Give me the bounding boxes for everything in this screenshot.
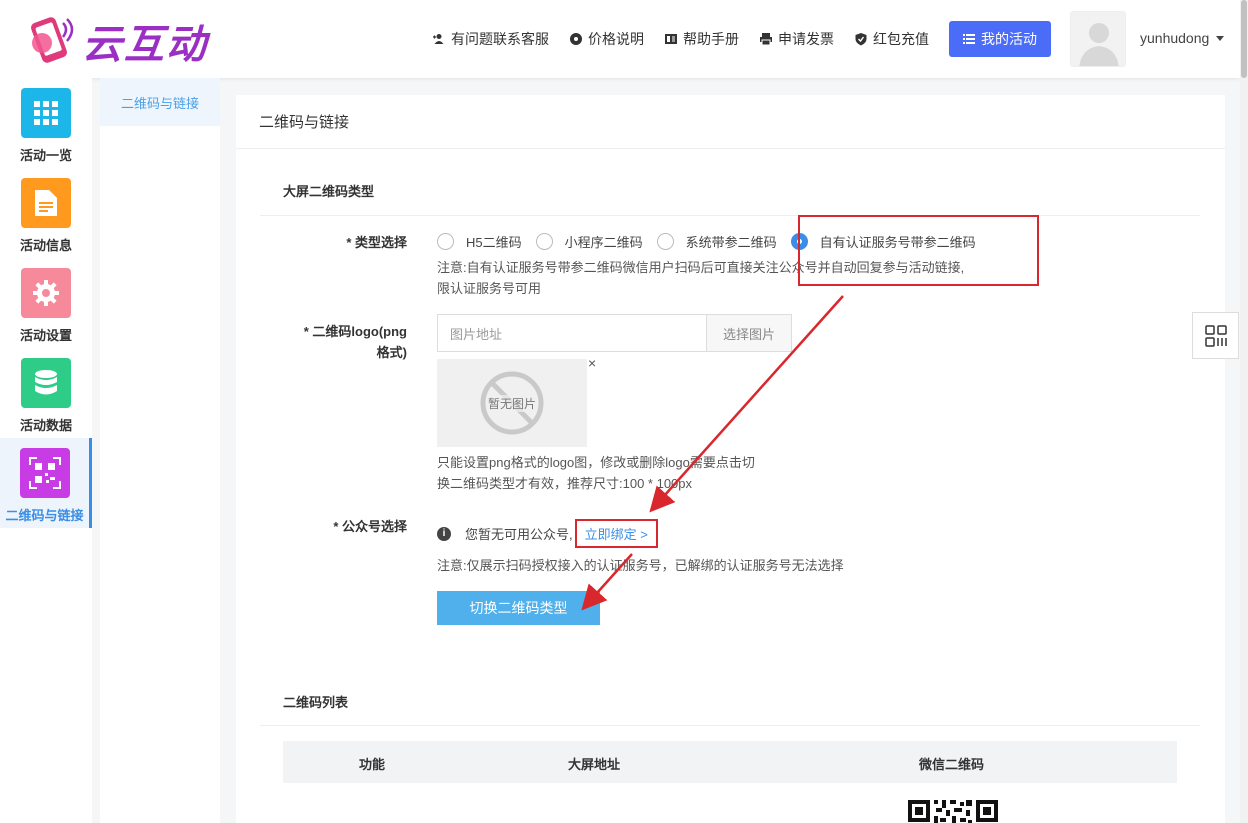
account-note: 注意:仅展示扫码授权接入的认证服务号，已解绑的认证服务号无法选择 — [437, 558, 844, 573]
account-select-label: * 公众号选择 — [333, 519, 407, 534]
logo-label: * 二维码logo(png 格式) — [267, 321, 407, 363]
logo-label-line-1: * 二维码logo(png — [303, 324, 407, 339]
page-scrollbar[interactable] — [1240, 0, 1248, 823]
section-divider — [260, 215, 1200, 216]
sidebar-item-label: 活动信息 — [19, 238, 72, 253]
document-icon — [21, 178, 71, 228]
wechat-qrcode-image — [908, 798, 998, 823]
top-header: 云互动 有问题联系客服 价格说明 帮助手册 申请发票 红包充值 我的活动 yun… — [0, 0, 1240, 78]
submenu-item-qrcode-links[interactable]: 二维码与链接 — [100, 78, 220, 126]
sidebar-item-activity-list[interactable]: 活动一览 — [0, 78, 92, 168]
logo-text: 云互动 — [82, 22, 208, 68]
nav-contact-label: 有问题联系客服 — [451, 31, 549, 47]
grid-icon — [21, 88, 71, 138]
username: yunhudong — [1140, 30, 1210, 46]
user-menu[interactable]: yunhudong — [1140, 30, 1225, 46]
annotation-highlight-box — [798, 215, 1039, 286]
shield-check-icon — [855, 33, 867, 46]
switch-qr-type-button[interactable]: 切换二维码类型 — [437, 591, 600, 625]
radio-label: H5二维码 — [466, 235, 522, 250]
nav-recharge-label: 红包充值 — [873, 31, 929, 47]
qr-table-header: 功能 大屏地址 微信二维码 — [283, 741, 1177, 783]
radio-miniprogram-qrcode[interactable]: 小程序二维码 — [535, 232, 643, 251]
radio-label: 系统带参二维码 — [685, 235, 777, 250]
floating-qrcode-button[interactable] — [1192, 312, 1239, 359]
sidebar-item-activity-info[interactable]: 活动信息 — [0, 168, 92, 258]
section-title-qr-list: 二维码列表 — [283, 695, 349, 710]
type-select-label: * 类型选择 — [346, 235, 407, 250]
qrcode-outline-icon — [1204, 324, 1227, 347]
section-divider — [260, 725, 1200, 726]
nav-invoice-label: 申请发票 — [778, 31, 834, 47]
sidebar-item-label: 活动数据 — [19, 418, 72, 433]
column-header-wechat-qrcode: 微信二维码 — [919, 757, 985, 772]
nav-recharge[interactable]: 红包充值 — [854, 29, 929, 49]
sidebar-item-label: 二维码与链接 — [5, 508, 84, 523]
nav-help[interactable]: 帮助手册 — [664, 29, 739, 49]
top-nav: 有问题联系客服 价格说明 帮助手册 申请发票 红包充值 我的活动 — [432, 0, 1051, 78]
gear-badge-icon — [570, 33, 582, 45]
left-sidebar: 活动一览 活动信息 活动设置 活动数据 二维码与链接 — [0, 78, 92, 823]
logo-note-line-2: 换二维码类型才有效，推荐尺寸:100 * 100px — [437, 476, 693, 491]
nav-contact-service[interactable]: 有问题联系客服 — [432, 29, 549, 49]
sidebar-item-activity-settings[interactable]: 活动设置 — [0, 258, 92, 348]
nav-price[interactable]: 价格说明 — [569, 29, 644, 49]
nav-help-label: 帮助手册 — [683, 31, 739, 47]
no-account-line: i 您暂无可用公众号, 立即绑定 > — [437, 519, 658, 548]
nav-price-label: 价格说明 — [588, 31, 644, 47]
radio-label: 小程序二维码 — [564, 235, 643, 250]
bind-now-link[interactable]: 立即绑定 > — [574, 519, 658, 548]
radio-circle[interactable] — [437, 233, 454, 250]
user-plus-icon — [433, 34, 444, 44]
phone-logo-icon — [22, 13, 78, 69]
logo-label-line-2: 格式) — [376, 345, 407, 360]
radio-circle[interactable] — [535, 233, 553, 250]
scrollbar-thumb[interactable] — [1241, 0, 1247, 78]
type-note-line-2: 限认证服务号可用 — [437, 281, 542, 296]
nav-invoice[interactable]: 申请发票 — [759, 29, 834, 49]
logo[interactable]: 云互动 — [22, 12, 208, 70]
logo-preview: 暂无图片 — [437, 359, 587, 447]
radio-circle[interactable] — [656, 233, 674, 250]
sidebar-item-activity-data[interactable]: 活动数据 — [0, 348, 92, 438]
main-panel: 二维码与链接 大屏二维码类型 * 类型选择 H5二维码 小程序二维码 系统带参二… — [236, 95, 1225, 823]
logo-url-input[interactable]: 图片地址 — [437, 314, 707, 352]
radio-h5-qrcode[interactable]: H5二维码 — [437, 232, 522, 251]
list-icon — [963, 34, 975, 44]
sub-menu: 二维码与链接 — [100, 78, 220, 823]
my-activity-button[interactable]: 我的活动 — [949, 21, 1051, 57]
column-header-function: 功能 — [359, 757, 386, 772]
qrcode-icon — [19, 448, 70, 498]
logo-note-line-1: 只能设置png格式的logo图，修改或删除logo需要点击切 — [437, 455, 755, 470]
my-activity-label: 我的活动 — [981, 31, 1037, 47]
remove-logo-close-icon[interactable]: × — [588, 355, 596, 371]
sidebar-item-label: 活动一览 — [19, 148, 72, 163]
no-account-text: 您暂无可用公众号, — [465, 527, 573, 542]
info-icon: i — [437, 526, 451, 541]
caret-down-icon — [1216, 35, 1225, 41]
user-silhouette-icon — [1071, 12, 1125, 66]
database-icon — [21, 358, 71, 408]
page-title: 二维码与链接 — [236, 95, 1225, 149]
choose-image-button[interactable]: 选择图片 — [706, 314, 792, 352]
no-image-text: 暂无图片 — [487, 394, 536, 412]
sidebar-item-qrcode-links[interactable]: 二维码与链接 — [0, 438, 92, 528]
printer-icon — [760, 33, 772, 46]
avatar[interactable] — [1070, 11, 1126, 67]
gear-icon — [21, 268, 71, 318]
radio-system-param-qrcode[interactable]: 系统带参二维码 — [656, 232, 777, 251]
sidebar-item-label: 活动设置 — [19, 328, 72, 343]
book-icon — [665, 34, 677, 44]
section-title-screen-qr-type: 大屏二维码类型 — [283, 184, 375, 199]
column-header-screen-url: 大屏地址 — [568, 757, 621, 772]
